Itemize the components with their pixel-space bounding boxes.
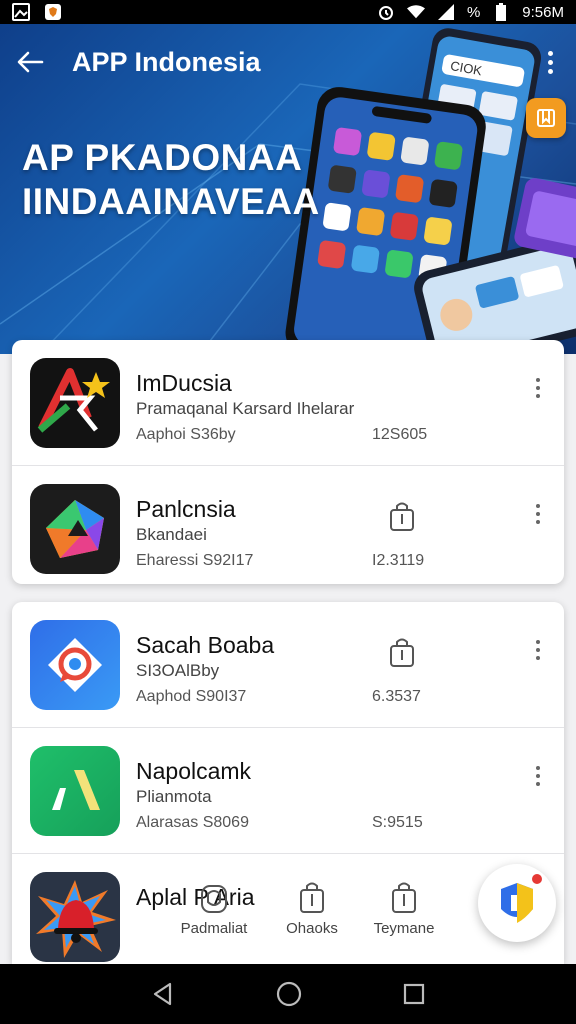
hero-headline-line2: IINDAAINAVEAA [22, 181, 320, 222]
alarm-icon [377, 3, 395, 21]
page-title: APP Indonesia [72, 46, 261, 77]
list-item[interactable]: Napolcamk Plianmota Alarasas S8069 S:951… [12, 728, 564, 854]
list-item[interactable]: ImDucsia Pramaqanal Karsard Ihelarar Aap… [12, 340, 564, 466]
app-meta: Aaphod S90I37 [136, 688, 247, 705]
app-name: Panlcnsia [136, 496, 236, 522]
app-subtitle: Plianmota [136, 787, 212, 806]
tab-label: Teymane [373, 920, 435, 937]
nav-home-icon[interactable] [275, 980, 303, 1008]
nav-recents-icon[interactable] [402, 982, 426, 1006]
battery-icon [492, 3, 510, 21]
row-more-icon[interactable] [528, 636, 548, 664]
arrow-left-icon [17, 51, 44, 73]
tab-ohaoks[interactable]: Ohaoks [262, 880, 362, 937]
tab-label: Padmaliat [180, 920, 248, 937]
row-more-icon[interactable] [528, 762, 548, 790]
shopping-bag-icon[interactable] [388, 500, 416, 534]
app-list-card: ImDucsia Pramaqanal Karsard Ihelarar Aap… [12, 340, 564, 584]
app-meta: Alarasas S8069 [136, 814, 249, 831]
tab-teymane[interactable]: Teymane [354, 880, 454, 937]
prism-logo-icon [30, 484, 120, 574]
wifi-icon [406, 3, 425, 21]
floating-app-button[interactable] [478, 864, 556, 942]
bag-tab-icon [300, 882, 324, 913]
bag-tab-icon [392, 882, 416, 913]
green-slash-logo-icon [30, 746, 120, 836]
app-meta: Aaphoi S36by [136, 426, 236, 443]
row-more-icon[interactable] [528, 500, 548, 528]
home-tab-icon [201, 885, 227, 913]
chat-bubble-logo-icon [30, 620, 120, 710]
star-a-logo-icon [30, 358, 120, 448]
app-meta: Eharessi S92I17 [136, 552, 254, 569]
hero-headline: AP PKADONAA IINDAAINAVEAA [22, 136, 320, 224]
app-subtitle: Pramaqanal Karsard Ihelarar [136, 399, 355, 418]
list-item[interactable]: Sacah Boaba SI3OAlBby Aaphod S90I37 6.35… [12, 602, 564, 728]
system-nav-bar [0, 964, 576, 1024]
bookmark-button[interactable] [526, 98, 566, 138]
list-item[interactable]: Panlcnsia Bkandaei Eharessi S92I17 I2.31… [12, 466, 564, 584]
row-more-icon[interactable] [528, 374, 548, 402]
bottom-tab-bar: Padmaliat Ohaoks Teymane [164, 880, 464, 952]
app-count: 6.3537 [372, 688, 421, 705]
shield-logo-icon [501, 883, 533, 923]
battery-percent: % [466, 3, 481, 21]
gallery-icon [12, 3, 30, 21]
shield-app-icon [44, 3, 62, 21]
back-button[interactable] [0, 42, 60, 82]
more-vert-icon[interactable] [538, 44, 562, 80]
app-subtitle: SI3OAlBby [136, 661, 220, 680]
app-count: S:9515 [372, 814, 423, 831]
status-bar: % 9:56M [0, 0, 576, 24]
bell-burst-logo-icon [30, 872, 120, 962]
app-name: ImDucsia [136, 370, 232, 396]
app-count: 12S605 [372, 426, 428, 443]
notification-dot [530, 872, 544, 886]
tab-label: Ohaoks [286, 920, 338, 937]
app-subtitle: Bkandaei [136, 525, 207, 544]
clock: 9:56M [522, 3, 564, 21]
app-count: I2.3119 [372, 552, 425, 569]
app-bar: APP Indonesia [0, 42, 576, 82]
signal-icon [437, 3, 455, 21]
bookmark-icon [537, 109, 555, 127]
hero-headline-line1: AP PKADONAA [22, 137, 303, 178]
hero-banner: CIOK APP Indonesia AP PKADONAA IINDAAINA… [0, 24, 576, 354]
app-name: Sacah Boaba [136, 632, 275, 658]
shopping-bag-icon[interactable] [388, 636, 416, 670]
nav-back-icon[interactable] [150, 981, 176, 1007]
app-name: Napolcamk [136, 758, 252, 784]
tab-padmaliat[interactable]: Padmaliat [164, 880, 264, 937]
